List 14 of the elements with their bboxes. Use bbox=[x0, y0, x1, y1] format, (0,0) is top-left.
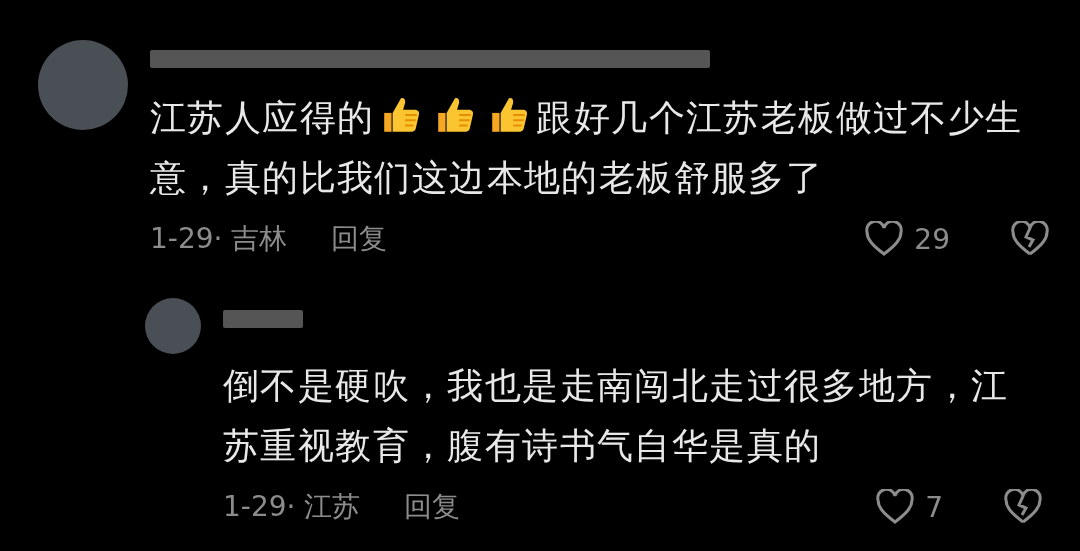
comment-text: 意，真的比我们这边本地的老板舒服多了 bbox=[150, 156, 824, 200]
comment-text: 江苏人应得的 bbox=[150, 96, 375, 140]
like-button[interactable]: 29 bbox=[864, 221, 950, 257]
comment-text: 跟好几个江苏老板做过不少生 bbox=[536, 96, 1023, 140]
reply-button[interactable]: 回复 bbox=[404, 488, 461, 526]
reply-button[interactable]: 回复 bbox=[331, 220, 388, 258]
heart-icon bbox=[875, 489, 916, 525]
broken-heart-icon[interactable] bbox=[1010, 221, 1050, 257]
comment-date-location: 1-29· 江苏 bbox=[223, 489, 361, 525]
comment-date-location: 1-29· 吉林 bbox=[150, 221, 288, 257]
heart-icon bbox=[864, 221, 905, 257]
comment-text: 倒不是硬吹，我也是走南闯北走过很多地方，江苏重视教育，腹有诗书气自华是真的 bbox=[223, 365, 1009, 466]
like-button[interactable]: 7 bbox=[875, 489, 943, 525]
broken-heart-icon[interactable] bbox=[1003, 489, 1043, 525]
